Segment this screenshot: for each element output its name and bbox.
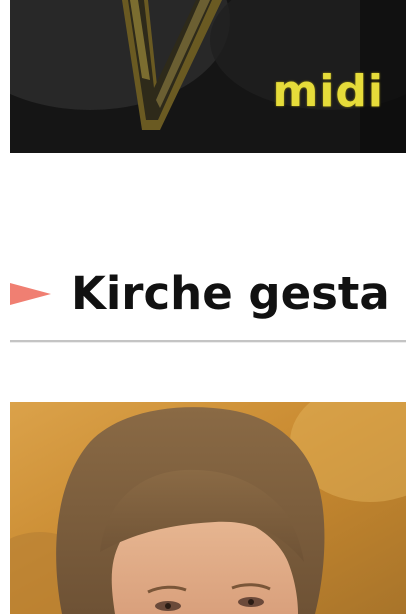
- section-divider: [10, 340, 406, 342]
- midi-wordmark: midi: [272, 66, 384, 117]
- page: midi Kirche gesta: [0, 0, 406, 614]
- portrait-photo[interactable]: [10, 402, 406, 614]
- section-heading-title[interactable]: Kirche gesta: [71, 266, 390, 322]
- triangle-right-icon: [10, 283, 51, 305]
- portrait-graphic: [10, 402, 406, 614]
- midi-banner-image[interactable]: midi: [10, 0, 406, 153]
- section-heading: Kirche gesta: [10, 262, 406, 326]
